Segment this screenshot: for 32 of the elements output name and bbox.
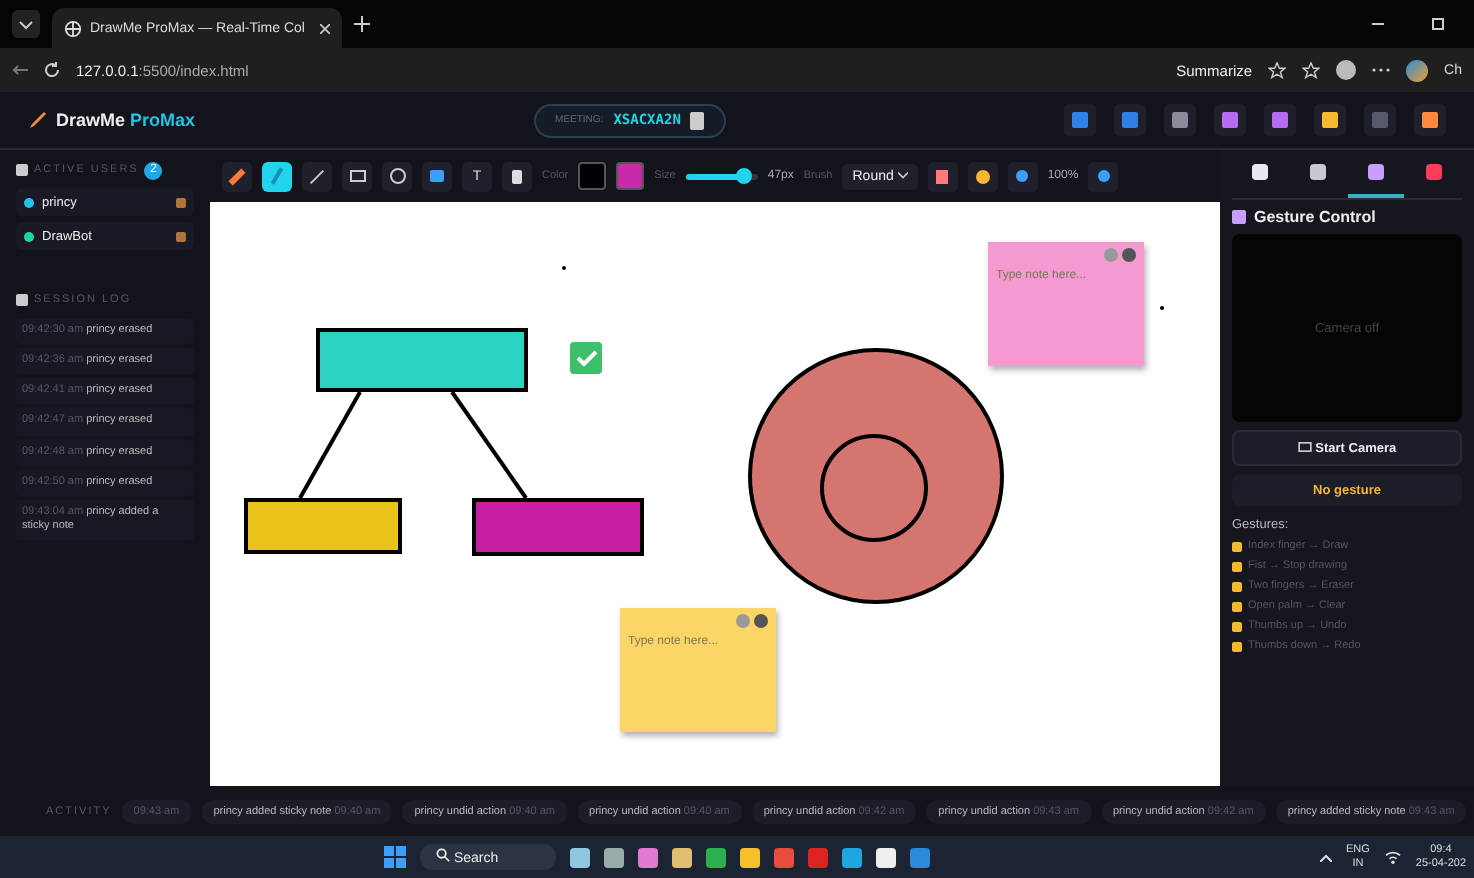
search-icon bbox=[436, 848, 450, 862]
globe-icon bbox=[64, 19, 82, 37]
rectangle-icon[interactable] bbox=[342, 161, 372, 191]
pencil-icon[interactable] bbox=[222, 161, 252, 191]
checkmark-icon bbox=[570, 342, 602, 374]
dot-mark bbox=[1160, 306, 1164, 310]
profile-avatar[interactable] bbox=[1336, 60, 1357, 80]
pencil-logo-icon bbox=[28, 110, 48, 130]
chevron-icon[interactable] bbox=[1320, 853, 1332, 861]
copilot-icon[interactable] bbox=[1406, 59, 1429, 81]
dot-mark bbox=[562, 266, 566, 270]
app-logo: DrawMe ProMax bbox=[56, 110, 196, 130]
wifi-icon[interactable] bbox=[1383, 850, 1402, 864]
brush-icon[interactable] bbox=[262, 161, 292, 191]
color-swatch[interactable] bbox=[616, 162, 645, 190]
size-slider[interactable] bbox=[685, 173, 758, 179]
star-icon[interactable] bbox=[1268, 61, 1287, 79]
color-icon[interactable] bbox=[736, 614, 750, 628]
close-icon[interactable] bbox=[320, 23, 331, 33]
plus-icon[interactable] bbox=[354, 16, 371, 32]
back-icon[interactable] bbox=[12, 64, 28, 76]
connector-line bbox=[298, 391, 362, 499]
color-icon[interactable] bbox=[1104, 248, 1118, 262]
color-swatch[interactable] bbox=[578, 162, 607, 190]
panel-title: Gesture Control bbox=[1254, 208, 1376, 226]
favorites-icon[interactable] bbox=[1302, 61, 1321, 79]
chevron-icon bbox=[897, 171, 908, 179]
reload-icon[interactable] bbox=[44, 62, 60, 78]
close-icon[interactable] bbox=[754, 614, 768, 628]
camera-icon bbox=[1297, 441, 1312, 451]
windows-icon[interactable] bbox=[384, 846, 406, 868]
connector-line bbox=[450, 390, 528, 500]
